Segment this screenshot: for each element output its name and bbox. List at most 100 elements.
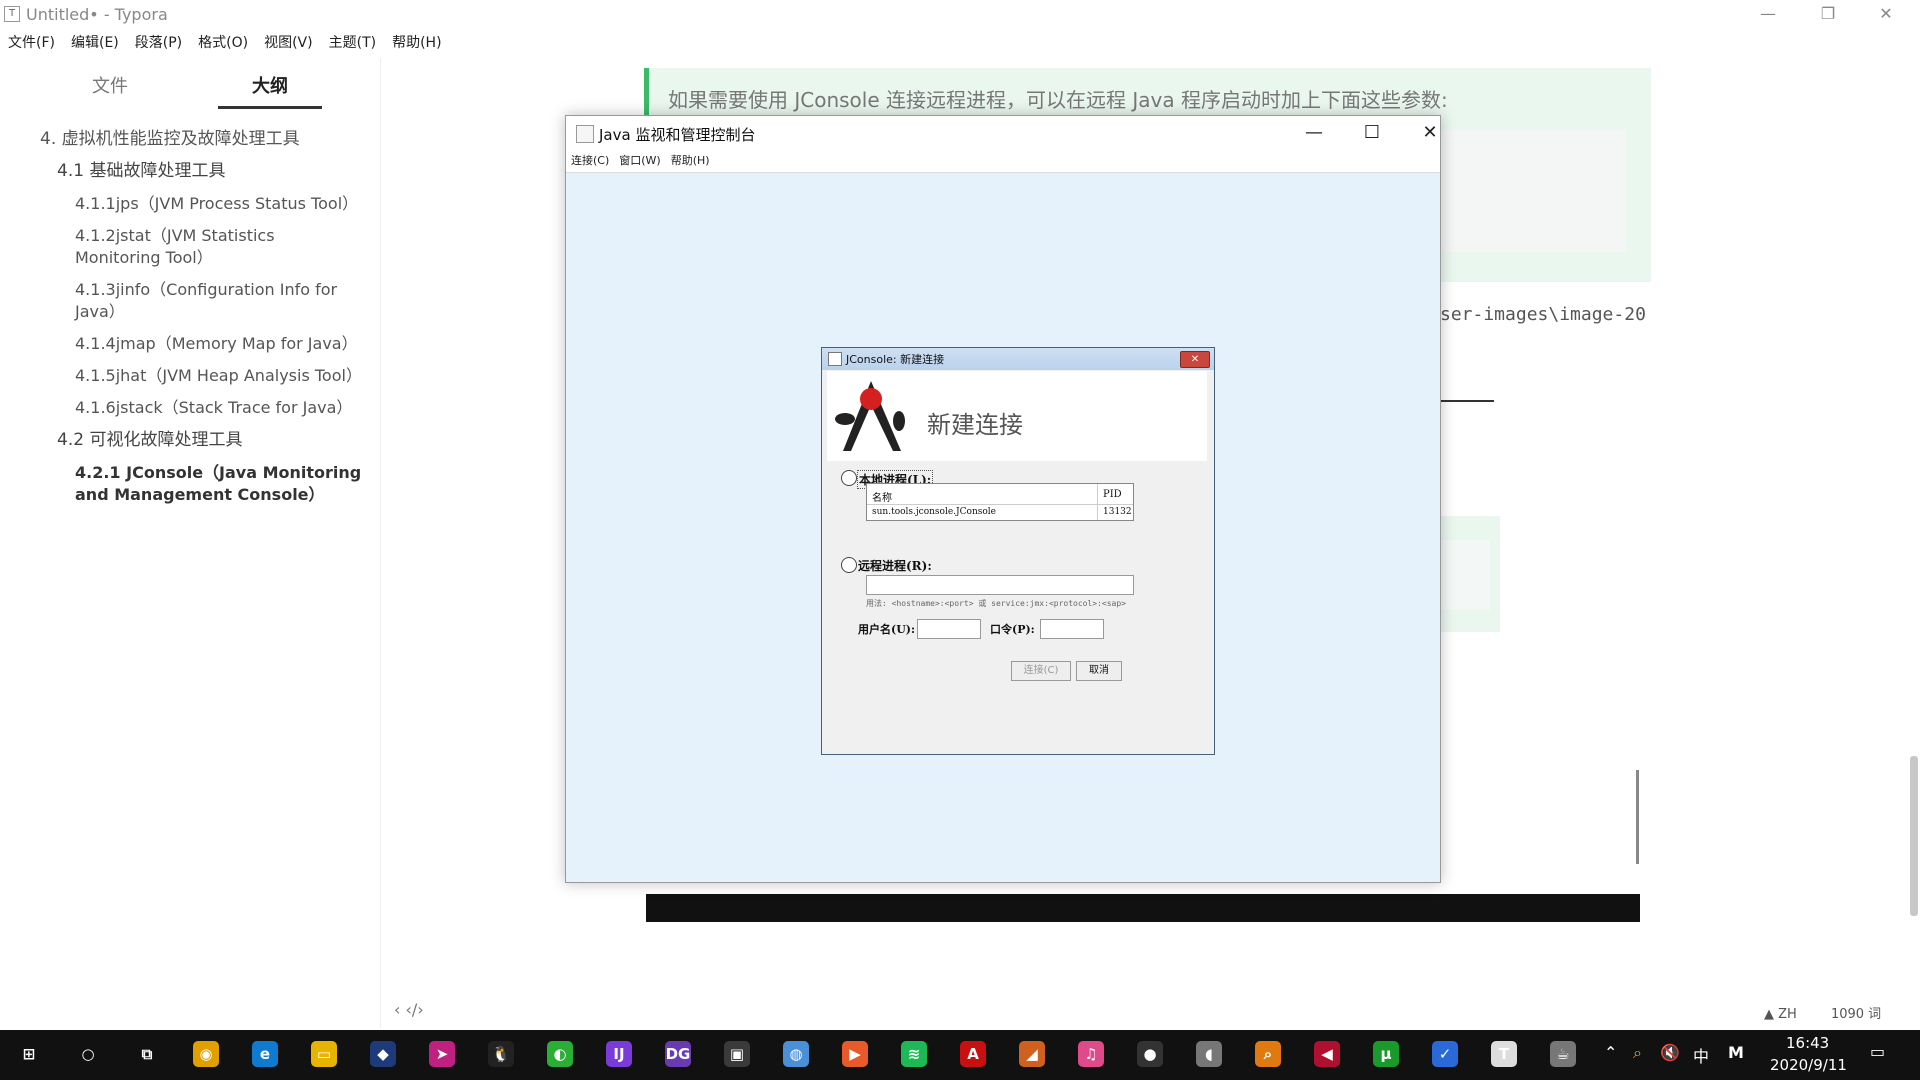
app-icon-fox[interactable]: ◖ <box>1196 1041 1222 1067</box>
dialog-body: 本地进程(L): 名称 PID sun.tools.jconsole.JCons… <box>827 461 1207 748</box>
ime-mode-indicator[interactable]: M <box>1728 1043 1744 1062</box>
dialog-close-button[interactable]: ✕ <box>1180 351 1210 368</box>
menu-format[interactable]: 格式(O) <box>190 32 256 54</box>
menu-view[interactable]: 视图(V) <box>256 32 321 54</box>
outline-item[interactable]: 4.1.6jstack（Stack Trace for Java） <box>75 397 365 419</box>
java-minimize-button[interactable]: — <box>1294 120 1334 146</box>
process-pid[interactable]: 13132 <box>1103 507 1132 517</box>
outline-item[interactable]: 4.1.5jhat（JVM Heap Analysis Tool） <box>75 365 365 387</box>
tab-outline[interactable]: 大纲 <box>252 72 288 98</box>
tab-outline-underline <box>218 106 322 109</box>
windows-taskbar: ⊞ ○ ⧉ ◉ e ▭ ◆ ➤ 🐧 ◐ IJ DG ▣ ◍ ▶ ≋ A ◢ ♫ ● ◖ ⌕ ◀ μ ✓ T ☕ ⌃ ⌕ 🔇 中 M … <box>0 1030 1920 1080</box>
menu-help[interactable]: 帮助(H) <box>384 32 449 54</box>
notification-icon[interactable]: ▭ <box>1870 1042 1885 1061</box>
utorrent-icon[interactable]: μ <box>1373 1041 1399 1067</box>
java-menu-bar: 连接(C) 窗口(W) 帮助(H) <box>566 150 1440 173</box>
typora-titlebar <box>0 0 1920 30</box>
word-count[interactable]: 1090 词 <box>1831 1007 1881 1022</box>
outline-item[interactable]: 4.1.4jmap（Memory Map for Java） <box>75 333 365 355</box>
menu-theme[interactable]: 主题(T) <box>321 32 384 54</box>
connect-button[interactable]: 连接(C) <box>1011 661 1071 681</box>
process-name[interactable]: sun.tools.jconsole.JConsole <box>872 507 996 517</box>
dialog-heading: 新建连接 <box>927 411 1023 439</box>
menu-edit[interactable]: 编辑(E) <box>63 32 127 54</box>
qq-icon[interactable]: 🐧 <box>488 1041 514 1067</box>
status-nav-icons[interactable]: ‹ ‹/› <box>394 1000 424 1019</box>
acrobat-icon[interactable]: A <box>960 1041 986 1067</box>
file-explorer-icon[interactable]: ▭ <box>311 1041 337 1067</box>
wechat-icon[interactable]: ◐ <box>547 1041 573 1067</box>
spotify-icon[interactable]: ≋ <box>901 1041 927 1067</box>
outline-item[interactable]: 4. 虚拟机性能监控及故障处理工具 <box>40 128 300 150</box>
editor-scrollbar[interactable] <box>1910 756 1918 916</box>
browser-globe-icon[interactable]: ◍ <box>783 1041 809 1067</box>
edge-icon[interactable]: e <box>252 1041 278 1067</box>
table-header-row <box>867 484 1133 505</box>
tab-files[interactable]: 文件 <box>92 72 128 98</box>
language-indicator[interactable]: ZH <box>1778 1007 1797 1022</box>
remote-process-input[interactable] <box>866 575 1134 595</box>
cancel-button[interactable]: 取消 <box>1076 661 1122 681</box>
chrome-icon[interactable]: ◉ <box>193 1041 219 1067</box>
menu-paragraph[interactable]: 段落(P) <box>127 32 190 54</box>
embedded-taskbar-image <box>646 894 1640 922</box>
username-input[interactable] <box>917 619 981 639</box>
dialog-title: JConsole: 新建连接 <box>846 353 945 366</box>
menu-file[interactable]: 文件(F) <box>0 32 63 54</box>
outline-item[interactable]: 4.1.1jps（JVM Process Status Tool） <box>75 193 365 215</box>
embedded-scrollbar <box>1636 770 1639 864</box>
close-button[interactable]: ✕ <box>1866 4 1906 26</box>
intellij-icon[interactable]: IJ <box>606 1041 632 1067</box>
git-tool-icon[interactable]: ◀ <box>1314 1041 1340 1067</box>
cortana-icon[interactable]: ○ <box>75 1041 101 1067</box>
java-console-window: Java 监视和管理控制台 — ☐ ✕ 连接(C) 窗口(W) 帮助(H) JC… <box>565 115 1441 883</box>
outline-item[interactable]: 4.1.3jinfo（Configuration Info for Java） <box>75 279 345 323</box>
datagrip-icon[interactable]: DG <box>665 1041 691 1067</box>
new-connection-dialog: JConsole: 新建连接 ✕ 新建连接 本地进程(L): 名称 PID su… <box>821 347 1215 755</box>
restore-button[interactable]: ❐ <box>1808 4 1848 26</box>
matlab-icon[interactable]: ◢ <box>1019 1041 1045 1067</box>
clock-time[interactable]: 16:43 <box>1786 1034 1829 1052</box>
itunes-icon[interactable]: ♫ <box>1078 1041 1104 1067</box>
remote-process-label: 远程进程(R): <box>858 559 932 573</box>
tray-chevron-icon[interactable]: ⌃ <box>1604 1043 1617 1062</box>
typora-icon[interactable]: T <box>1491 1041 1517 1067</box>
screenshot-tool-icon[interactable]: ▣ <box>724 1041 750 1067</box>
password-input[interactable] <box>1040 619 1104 639</box>
column-pid[interactable]: PID <box>1103 489 1122 500</box>
volume-muted-icon[interactable]: 🔇 <box>1660 1043 1680 1062</box>
minimize-button[interactable]: — <box>1748 4 1788 26</box>
password-label: 口令(P): <box>990 623 1035 636</box>
code-block[interactable] <box>1430 130 1626 252</box>
dialog-header: 新建连接 <box>827 371 1207 461</box>
task-view-icon[interactable]: ⧉ <box>134 1041 160 1067</box>
remote-process-radio[interactable] <box>841 557 857 573</box>
app-icon-cat[interactable]: ◆ <box>370 1041 396 1067</box>
window-title: Untitled• - Typora <box>26 5 168 24</box>
column-name[interactable]: 名称 <box>872 489 892 504</box>
java-maximize-button[interactable]: ☐ <box>1352 120 1392 146</box>
menu-connection[interactable]: 连接(C) <box>566 150 614 172</box>
blockquote-text: 如果需要使用 JConsole 连接远程进程，可以在远程 Java 程序启动时加… <box>668 88 1448 112</box>
app-icon-arrow[interactable]: ➤ <box>429 1041 455 1067</box>
todo-icon[interactable]: ✓ <box>1432 1041 1458 1067</box>
app-icon-dark[interactable]: ● <box>1137 1041 1163 1067</box>
duke-mascot-icon <box>835 381 905 451</box>
local-process-radio[interactable] <box>841 470 857 486</box>
tray-search-icon[interactable]: ⌕ <box>1633 1043 1642 1063</box>
outline-item[interactable]: 4.1 基础故障处理工具 <box>57 160 225 182</box>
outline-item[interactable]: 4.2 可视化故障处理工具 <box>57 429 242 451</box>
search-tool-icon[interactable]: ⌕ <box>1255 1041 1281 1067</box>
dialog-java-icon <box>828 352 842 366</box>
embedded-tab-underline <box>1440 400 1494 402</box>
outline-item[interactable]: 4.1.2jstat（JVM Statistics Monitoring Too… <box>75 225 365 269</box>
clock-date[interactable]: 2020/9/11 <box>1770 1056 1847 1074</box>
menu-help[interactable]: 帮助(H) <box>666 150 715 172</box>
menu-window[interactable]: 窗口(W) <box>614 150 665 172</box>
ime-indicator[interactable]: 中 <box>1693 1043 1709 1067</box>
java-close-button[interactable]: ✕ <box>1410 120 1450 146</box>
windows-start-icon[interactable]: ⊞ <box>16 1041 42 1067</box>
outline-item-active[interactable]: 4.2.1 JConsole（Java Monitoring and Manag… <box>75 462 365 506</box>
media-player-icon[interactable]: ▶ <box>842 1041 868 1067</box>
java-icon[interactable]: ☕ <box>1550 1041 1576 1067</box>
